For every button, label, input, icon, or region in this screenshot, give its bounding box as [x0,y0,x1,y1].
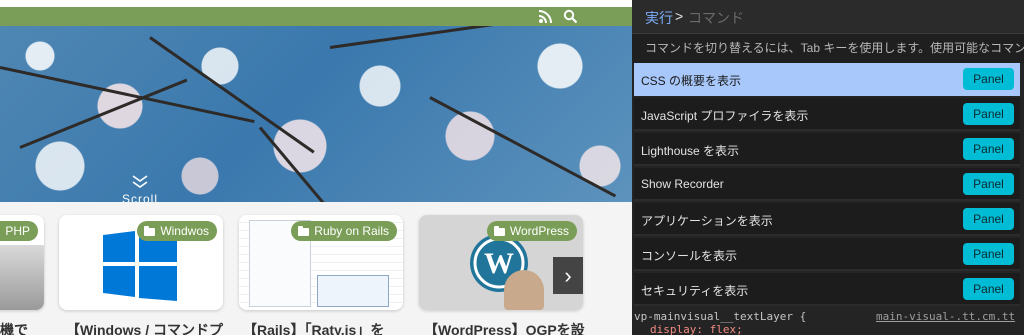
category-tag[interactable]: WordPress [486,221,577,241]
command-item[interactable]: CSS の概要を表示 Panel [634,63,1020,96]
devtools-panel: 実行 > コマンド コマンドを切り替えるには、Tab キーを使用します。使用可能… [632,0,1024,335]
command-item[interactable]: セキュリティを表示 Panel [634,273,1020,306]
command-item[interactable]: Show Recorder Panel [634,168,1020,201]
post-title[interactable]: 【Windows / コマンドプ [66,320,223,335]
category-tag[interactable]: Windwos [137,221,217,241]
category-tag[interactable]: PHP [0,221,38,241]
post-card[interactable]: PHP [0,215,44,310]
command-prefix: 実行 [645,10,673,26]
category-tag[interactable]: Ruby on Rails [291,221,397,241]
post-title[interactable]: 機で [0,320,28,335]
carousel-next-button[interactable]: › [553,257,583,294]
panel-badge: Panel [963,103,1014,125]
command-placeholder: コマンド [688,10,744,26]
command-menu-input[interactable]: 実行 > コマンド [632,0,1024,34]
panel-badge: Panel [963,173,1014,195]
hero-image: Scroll [0,26,632,202]
post-card[interactable]: Windwos [59,215,223,310]
panel-badge: Panel [963,243,1014,265]
scroll-label: Scroll [121,192,158,202]
command-label: CSS の概要を表示 [641,74,742,88]
rss-icon[interactable] [538,9,553,24]
command-label: Lighthouse を表示 [641,144,740,158]
site-header [0,7,632,26]
post-card[interactable]: Ruby on Rails [239,215,403,310]
panel-badge: Panel [963,68,1014,90]
css-source-link[interactable]: main-visual-.tt.cm.tt [876,310,1015,323]
css-selector: vp-mainvisual__textLayer { [634,310,807,323]
styles-pane-peek: vp-mainvisual__textLayer { main-visual-.… [632,310,1024,335]
command-label: Show Recorder [641,177,724,191]
command-item[interactable]: コンソールを表示 Panel [634,238,1020,271]
panel-badge: Panel [963,278,1014,300]
post-title[interactable]: 【WordPress】OGPを設 [424,320,585,335]
folder-icon [493,226,505,236]
card-thumbnail [0,245,44,310]
post-title[interactable]: 【Rails】「Raty.js」を [243,320,384,335]
command-item[interactable]: アプリケーションを表示 Panel [634,203,1020,236]
css-declaration: display: flex; [650,323,743,335]
search-icon[interactable] [563,9,578,24]
website-viewport: Scroll PHP 機で Windwos 【Windows / コマンドプ R… [0,0,632,335]
scroll-indicator[interactable]: Scroll [100,174,180,202]
folder-icon [298,226,310,236]
command-hint: コマンドを切り替えるには、Tab キーを使用します。使用可能なコマン [632,34,1024,63]
post-cards: PHP 機で Windwos 【Windows / コマンドプ Ruby on … [0,202,632,335]
command-label: JavaScript プロファイラを表示 [641,109,809,123]
folder-icon [144,226,156,236]
panel-badge: Panel [963,208,1014,230]
command-caret: > [675,8,684,24]
chevron-down-double-icon [132,175,148,188]
command-item[interactable]: JavaScript プロファイラを表示 Panel [634,98,1020,131]
command-label: セキュリティを表示 [641,284,749,298]
panel-badge: Panel [963,138,1014,160]
command-item[interactable]: Lighthouse を表示 Panel [634,133,1020,166]
command-label: アプリケーションを表示 [641,214,773,228]
command-label: コンソールを表示 [641,249,738,263]
